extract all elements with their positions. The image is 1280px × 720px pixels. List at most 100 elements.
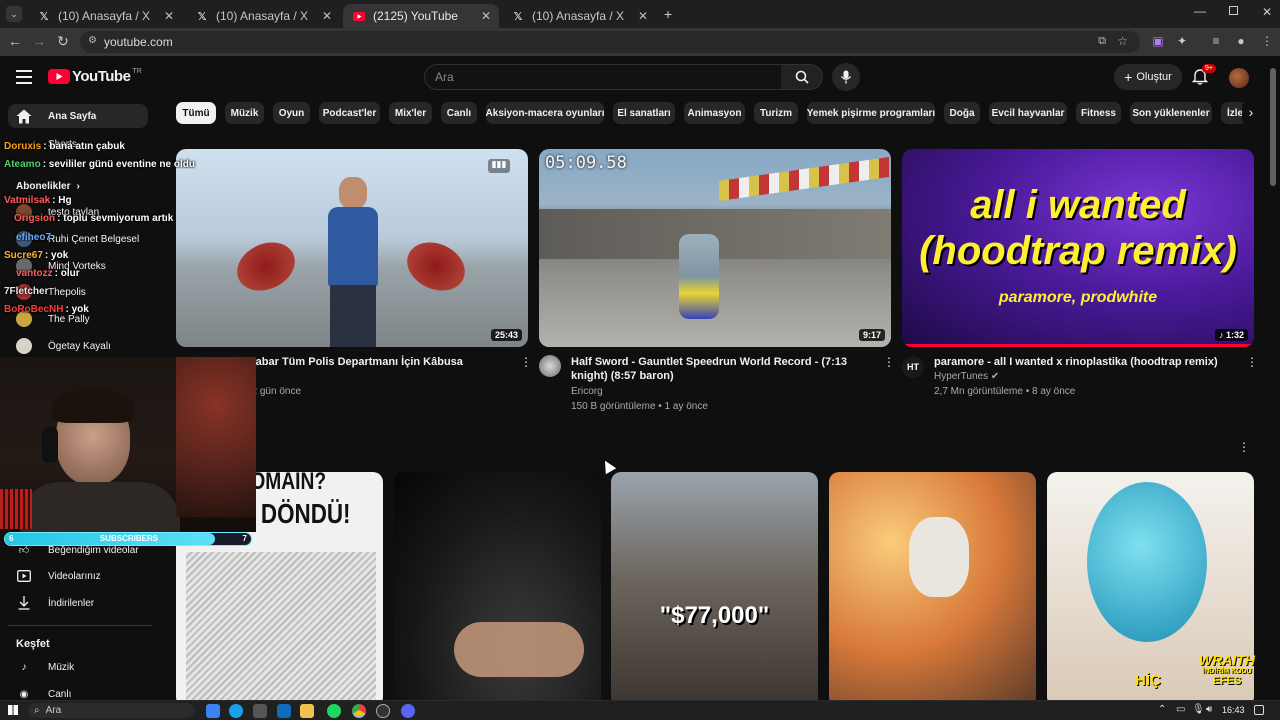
browser-menu-icon[interactable]: ⋮ (1260, 34, 1274, 48)
video-thumbnail[interactable]: ▮▮▮ 25:43 (176, 149, 528, 347)
store-icon[interactable] (253, 704, 267, 718)
chat-text: bana atın çabuk (49, 141, 125, 152)
chip-mixes[interactable]: Mix'ler (389, 102, 432, 124)
channel-name[interactable]: HyperTunes ✔︎ (934, 370, 999, 384)
chip-podcasts[interactable]: Podcast'ler (319, 102, 380, 124)
sidebar-item-your-videos[interactable]: Videolarınız (8, 564, 148, 588)
channel-avatar[interactable]: HT (902, 356, 924, 378)
chip-music[interactable]: Müzik (225, 102, 264, 124)
address-bar[interactable]: ⚙ youtube.com ⧉ ☆ (80, 31, 1140, 53)
chip-all[interactable]: Tümü (176, 102, 216, 124)
task-view-icon[interactable] (206, 704, 220, 718)
chip-nature[interactable]: Doğa (944, 102, 980, 124)
edge-icon[interactable] (229, 704, 243, 718)
profile-icon[interactable]: ● (1234, 34, 1248, 48)
shorts-section-options-icon[interactable]: ⋮ (1238, 440, 1250, 454)
chip-gaming[interactable]: Oyun (273, 102, 310, 124)
notification-badge: 9+ (1202, 64, 1216, 73)
chip-cooking[interactable]: Yemek pişirme programları (807, 102, 935, 124)
tab-x-2[interactable]: 𝕏 (10) Anasayfa / X ✕ (186, 4, 340, 28)
site-info-icon[interactable]: ⚙ (88, 35, 97, 46)
chip-tourism[interactable]: Turizm (754, 102, 798, 124)
taskbar-search[interactable]: ⌕ Ara (28, 703, 194, 718)
outlook-icon[interactable] (277, 704, 291, 718)
chip-live[interactable]: Canlı (441, 102, 477, 124)
spotify-icon[interactable] (327, 704, 341, 718)
folder-icon[interactable] (300, 704, 314, 718)
short-thumbnail[interactable]: "$77,000" (611, 472, 818, 707)
close-icon[interactable]: ✕ (481, 9, 491, 23)
discord-icon[interactable] (401, 704, 415, 718)
chip-action-adventure[interactable]: Aksiyon-macera oyunları (486, 102, 604, 124)
search-button[interactable] (781, 64, 823, 90)
short-thumbnail[interactable] (829, 472, 1036, 707)
close-window-icon[interactable]: ✕ (1262, 5, 1272, 19)
notifications-button[interactable]: 9+ (1191, 64, 1216, 86)
create-button[interactable]: + Oluştur (1114, 64, 1182, 90)
network-icon[interactable]: ▭ (1176, 704, 1185, 715)
back-icon[interactable]: ← (6, 33, 24, 49)
forward-icon[interactable]: → (30, 33, 48, 49)
chip-fitness[interactable]: Fitness (1076, 102, 1121, 124)
notification-center-icon[interactable] (1254, 705, 1264, 715)
chat-username: BoRoBecNH (4, 304, 64, 315)
tab-youtube[interactable]: (2125) YouTube ✕ (343, 4, 499, 28)
clock-time[interactable]: 16:43 (1222, 705, 1245, 715)
windows-start-icon[interactable] (8, 705, 18, 715)
tab-x-1[interactable]: 𝕏 (10) Anasayfa / X ✕ (28, 4, 182, 28)
minimize-icon[interactable]: — (1194, 4, 1206, 18)
volume-icon[interactable]: 🔊︎ (1206, 704, 1212, 715)
obs-icon[interactable] (376, 704, 390, 718)
youtube-logo[interactable]: YouTube TR (48, 68, 142, 85)
microphone-icon (840, 70, 852, 84)
reload-icon[interactable]: ↻ (54, 33, 72, 50)
close-icon[interactable]: ✕ (638, 9, 648, 23)
chat-text: yok (51, 250, 69, 261)
hamburger-menu-icon[interactable] (16, 70, 32, 84)
puzzle-extensions-icon[interactable]: ✦ (1175, 34, 1189, 48)
page-scrollbar[interactable] (1270, 68, 1276, 186)
sidebar-sub-channel[interactable]: Ögetay Kayalı (8, 334, 148, 358)
video-options-icon[interactable]: ⋮ (883, 355, 895, 369)
sidebar-label: İndirilenler (48, 597, 95, 609)
restore-icon[interactable] (1229, 6, 1238, 15)
video-thumbnail[interactable]: 05:09.58 9:17 (539, 149, 891, 347)
tab-x-3[interactable]: 𝕏 (10) Anasayfa / X ✕ (502, 4, 656, 28)
sidebar-item-downloads[interactable]: İndirilenler (8, 591, 148, 615)
sidebar-label: Müzik (48, 661, 75, 673)
channel-avatar[interactable] (539, 355, 561, 377)
short-thumbnail[interactable] (394, 472, 601, 707)
search-input[interactable]: Ara (424, 64, 782, 90)
new-tab-icon[interactable]: + (664, 6, 672, 22)
voice-search-button[interactable] (832, 63, 860, 91)
microphone-tray-icon[interactable]: 🎙︎ (1192, 704, 1205, 715)
video-title[interactable]: Half Sword - Gauntlet Speedrun World Rec… (571, 355, 871, 383)
bookmark-star-icon[interactable]: ☆ (1117, 34, 1128, 48)
chip-animation[interactable]: Animasyon (684, 102, 745, 124)
install-app-icon[interactable]: ⧉ (1098, 35, 1106, 48)
close-icon[interactable]: ✕ (164, 9, 174, 23)
tab-search-button[interactable]: ⌄ (6, 6, 22, 22)
thumb-artist-line: paramore, prodwhite (998, 289, 1158, 306)
tray-chevron-icon[interactable]: ⌃ (1158, 704, 1166, 715)
video-thumbnail[interactable]: all i wanted (hoodtrap remix) paramore, … (902, 149, 1254, 347)
browser-tab-bar: ⌄ 𝕏 (10) Anasayfa / X ✕ 𝕏 (10) Anasayfa … (0, 0, 1280, 28)
sidebar-item-music[interactable]: ♪ Müzik (8, 655, 148, 679)
chip-recently-uploaded[interactable]: Son yüklenenler (1130, 102, 1212, 124)
video-title[interactable]: paramore - all I wanted x rinoplastika (… (934, 355, 1234, 369)
chip-next-arrow-icon[interactable]: › (1242, 104, 1260, 122)
chip-crafts[interactable]: El sanatları (613, 102, 675, 124)
channel-name[interactable]: Ericorg (571, 385, 603, 399)
sidebar-label: Beğendiğim videolar (48, 544, 139, 556)
extension-icon[interactable]: ▣ (1151, 34, 1165, 48)
sidebar-item-home[interactable]: Ana Sayfa (8, 104, 148, 128)
sponsor-code: EFES (1212, 675, 1242, 687)
anime-figure (909, 517, 969, 597)
close-icon[interactable]: ✕ (322, 9, 332, 23)
reading-list-icon[interactable]: ≡ (1209, 34, 1223, 48)
account-avatar[interactable] (1229, 68, 1249, 88)
chrome-icon[interactable] (352, 704, 366, 718)
video-options-icon[interactable]: ⋮ (1246, 355, 1258, 369)
video-options-icon[interactable]: ⋮ (520, 355, 532, 369)
chip-pets[interactable]: Evcil hayvanlar (989, 102, 1067, 124)
